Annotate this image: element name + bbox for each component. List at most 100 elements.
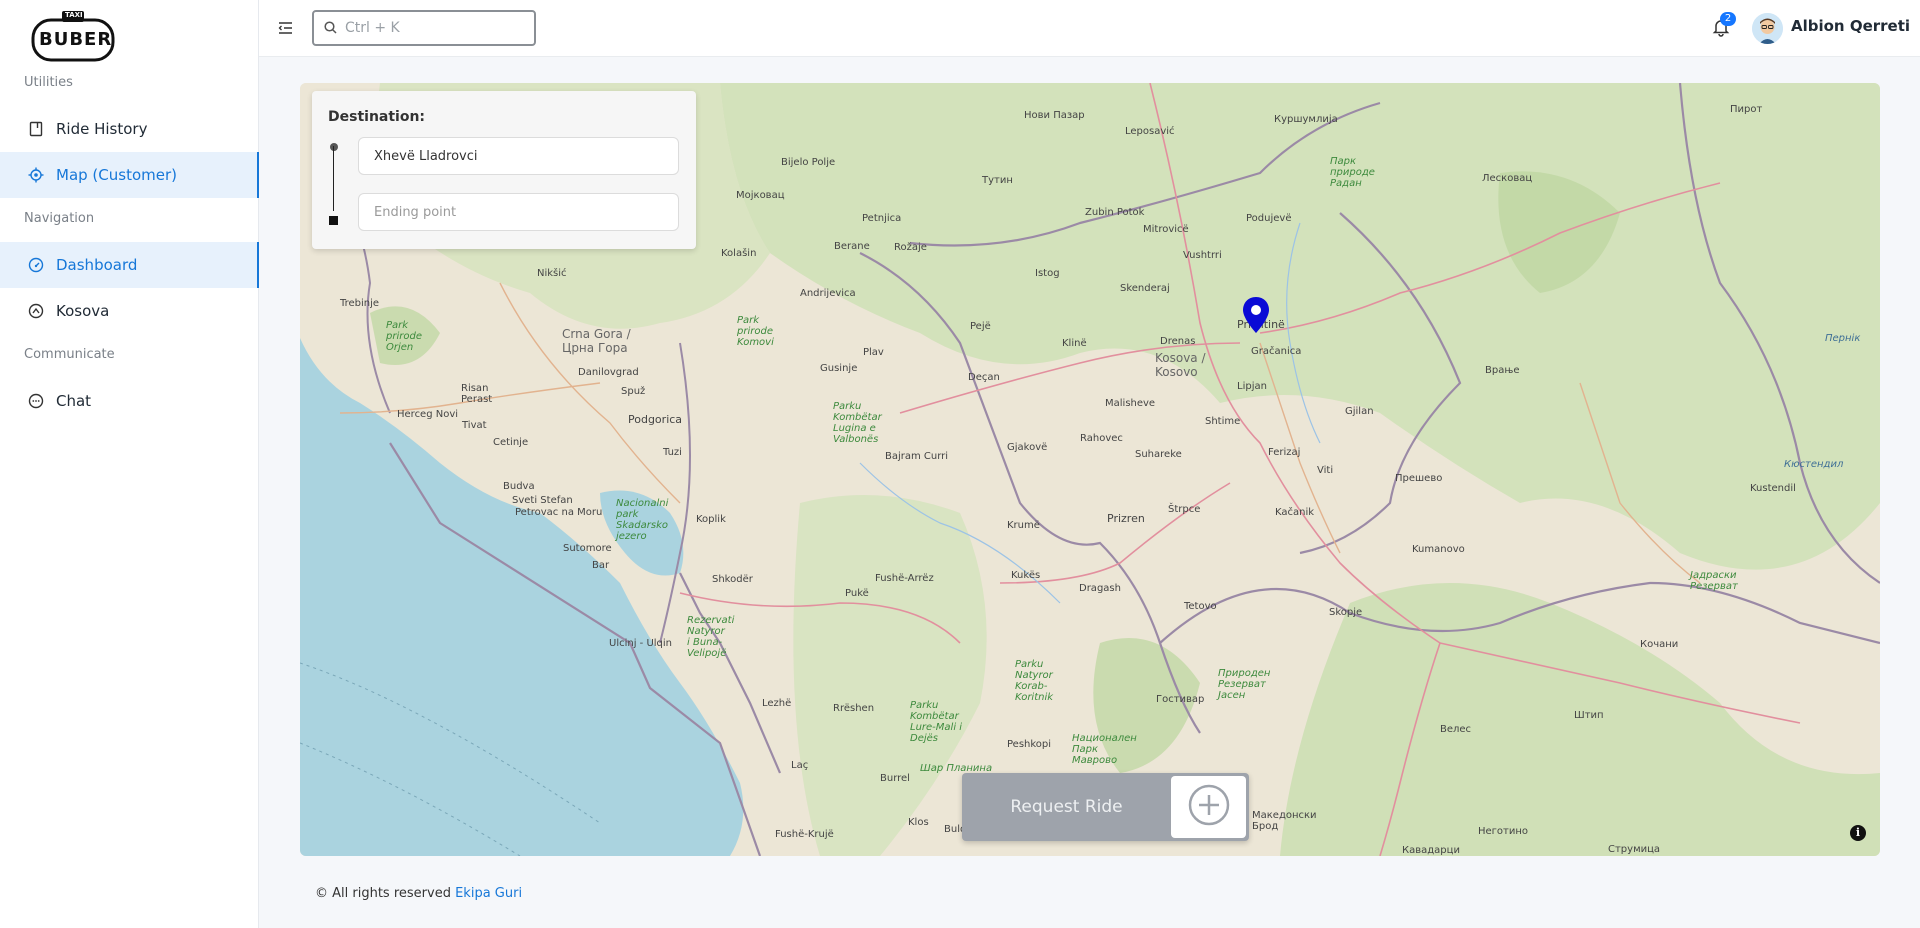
user-name[interactable]: Albion Qerreti xyxy=(1791,17,1910,35)
map-place-label: Crna Gora / Црна Гора xyxy=(562,327,631,355)
map-place-label: Perast xyxy=(461,394,493,405)
map-place-label: Klos xyxy=(908,817,929,828)
map-place-label: Spuž xyxy=(621,386,646,397)
map-place-label: Тутин xyxy=(982,175,1013,186)
map-place-label: Kustendil xyxy=(1750,483,1796,494)
map-place-label: Cetinje xyxy=(493,437,529,448)
map-place-label: Drenas xyxy=(1160,336,1196,347)
start-point-input[interactable] xyxy=(358,137,679,175)
map-place-label: Kukës xyxy=(1011,570,1041,581)
dashboard-icon xyxy=(28,257,44,273)
footer-text: © All rights reserved xyxy=(315,886,451,901)
map-park-label: Јадраски Резерват xyxy=(1690,570,1738,592)
logo-text: BUBER xyxy=(39,29,113,50)
sidebar-item-chat[interactable]: Chat xyxy=(0,378,259,424)
destination-panel: Destination: xyxy=(312,91,696,249)
map-place-label: Врање xyxy=(1485,365,1520,376)
map-place-label: Fushë-Krujë xyxy=(775,829,834,840)
map-place-label: Leposavić xyxy=(1125,126,1175,137)
sidebar-item-label: Dashboard xyxy=(56,256,138,274)
map-place-label: Tetovo xyxy=(1184,601,1217,612)
map-park-label: Природен Резерват Јасен xyxy=(1218,668,1271,701)
map-place-label: Suhareke xyxy=(1135,449,1182,460)
map-place-label: Dragash xyxy=(1079,583,1121,594)
map-place-label: Кавадарци xyxy=(1402,845,1460,856)
notification-badge: 2 xyxy=(1720,12,1736,26)
map-place-label: Нови Пазар xyxy=(1024,110,1085,121)
map-place-label: Струмица xyxy=(1608,844,1661,855)
map-place-label: Burrel xyxy=(880,773,910,784)
map-place-label: Danilovgrad xyxy=(578,367,639,378)
map-place-label: Прешево xyxy=(1395,473,1443,484)
sidebar-item-label: Ride History xyxy=(56,120,148,138)
map-place-label: Bijelo Polje xyxy=(781,157,836,168)
map-place-label: Koplik xyxy=(696,514,726,525)
compass-icon xyxy=(28,303,44,319)
request-ride-button[interactable]: Request Ride xyxy=(962,773,1171,841)
location-marker-icon[interactable] xyxy=(1240,295,1272,337)
map-place-label: Tuzi xyxy=(663,447,682,458)
map-place-label: Rahovec xyxy=(1080,433,1123,444)
map-place-label: Laç xyxy=(791,760,809,771)
map-place-label: Štrpce xyxy=(1168,504,1201,515)
map-place-label: Risan xyxy=(461,383,489,394)
map-place-label: Budva xyxy=(503,481,535,492)
search-input[interactable] xyxy=(345,20,515,36)
sidebar: TAXI BUBER Utilities Ride History Map (C… xyxy=(0,0,259,928)
map-park-label: Parku Natyror Korab-Koritnik xyxy=(1015,659,1054,703)
sidebar-item-label: Map (Customer) xyxy=(56,166,177,184)
request-ride-bar: Request Ride xyxy=(962,773,1249,841)
map-place-label: Shtime xyxy=(1205,416,1241,427)
map-place-label: Skopje xyxy=(1329,607,1363,618)
map-place-label: Gjilan xyxy=(1345,406,1374,417)
add-stop-button[interactable] xyxy=(1171,776,1246,838)
map-place-label: Vushtrri xyxy=(1183,250,1222,261)
sidebar-item-label: Kosova xyxy=(56,302,110,320)
top-header: 2 Albion Qerreti xyxy=(259,0,1920,57)
map-place-label: Klinë xyxy=(1062,338,1087,349)
section-label-communicate: Communicate xyxy=(24,347,115,362)
sidebar-item-dashboard[interactable]: Dashboard xyxy=(0,242,259,288)
map-park-label: Park prirode Komovi xyxy=(737,315,774,348)
map-place-label: Podujevë xyxy=(1246,213,1292,224)
book-icon xyxy=(28,121,44,137)
map-park-label: Rezervati Natyror i Buna-Velipojë xyxy=(687,615,735,659)
map-place-label: Македонски Брод xyxy=(1252,810,1317,832)
map-place-label: Peshkopi xyxy=(1007,739,1052,750)
map-park-label: Park prirode Orjen xyxy=(386,320,422,353)
map-place-label: Lezhë xyxy=(762,698,792,709)
map-place-label: Штип xyxy=(1574,710,1604,721)
map-place-label: Herceg Novi xyxy=(397,409,459,420)
map-place-label: Andrijevica xyxy=(800,288,856,299)
sidebar-item-ride-history[interactable]: Ride History xyxy=(0,106,259,152)
map-attribution-info-button[interactable]: i xyxy=(1850,825,1866,841)
map-place-label: Кочани xyxy=(1640,639,1679,650)
chat-icon xyxy=(28,393,44,409)
footer-link[interactable]: Ekipa Guri xyxy=(455,886,522,901)
map-place-label: Rrëshen xyxy=(833,703,875,714)
route-start-icon xyxy=(330,143,338,151)
map-place-label: Berane xyxy=(834,241,870,252)
section-label-utilities: Utilities xyxy=(24,75,73,90)
map-place-label: Plav xyxy=(863,347,884,358)
map-place-label: Gračanica xyxy=(1251,346,1302,357)
sidebar-item-label: Chat xyxy=(56,392,92,410)
avatar[interactable] xyxy=(1752,13,1783,44)
buber-logo[interactable]: TAXI BUBER xyxy=(30,8,116,64)
search-icon xyxy=(324,19,337,38)
map-place-label: Viti xyxy=(1317,465,1334,476)
map-place-label: Лесковац xyxy=(1482,173,1533,184)
search-box[interactable] xyxy=(312,10,536,46)
menu-toggle-icon[interactable] xyxy=(277,19,295,37)
map-view[interactable]: Нови Пазар Leposavić Куршумлија Пирот Bi… xyxy=(300,83,1880,856)
sidebar-item-kosova[interactable]: Kosova xyxy=(0,288,259,334)
map-place-label: Lipjan xyxy=(1237,381,1267,392)
crosshair-icon xyxy=(28,167,44,183)
map-place-label: Kosova / Kosovo xyxy=(1155,351,1206,379)
map-place-label: Ulcinj - Ulqin xyxy=(609,638,673,649)
sidebar-item-map-customer[interactable]: Map (Customer) xyxy=(0,152,259,198)
section-label-navigation: Navigation xyxy=(24,211,95,226)
map-place-label: Пирот xyxy=(1730,104,1763,115)
ending-point-input[interactable] xyxy=(358,193,679,231)
map-place-label: Bar xyxy=(592,560,610,571)
